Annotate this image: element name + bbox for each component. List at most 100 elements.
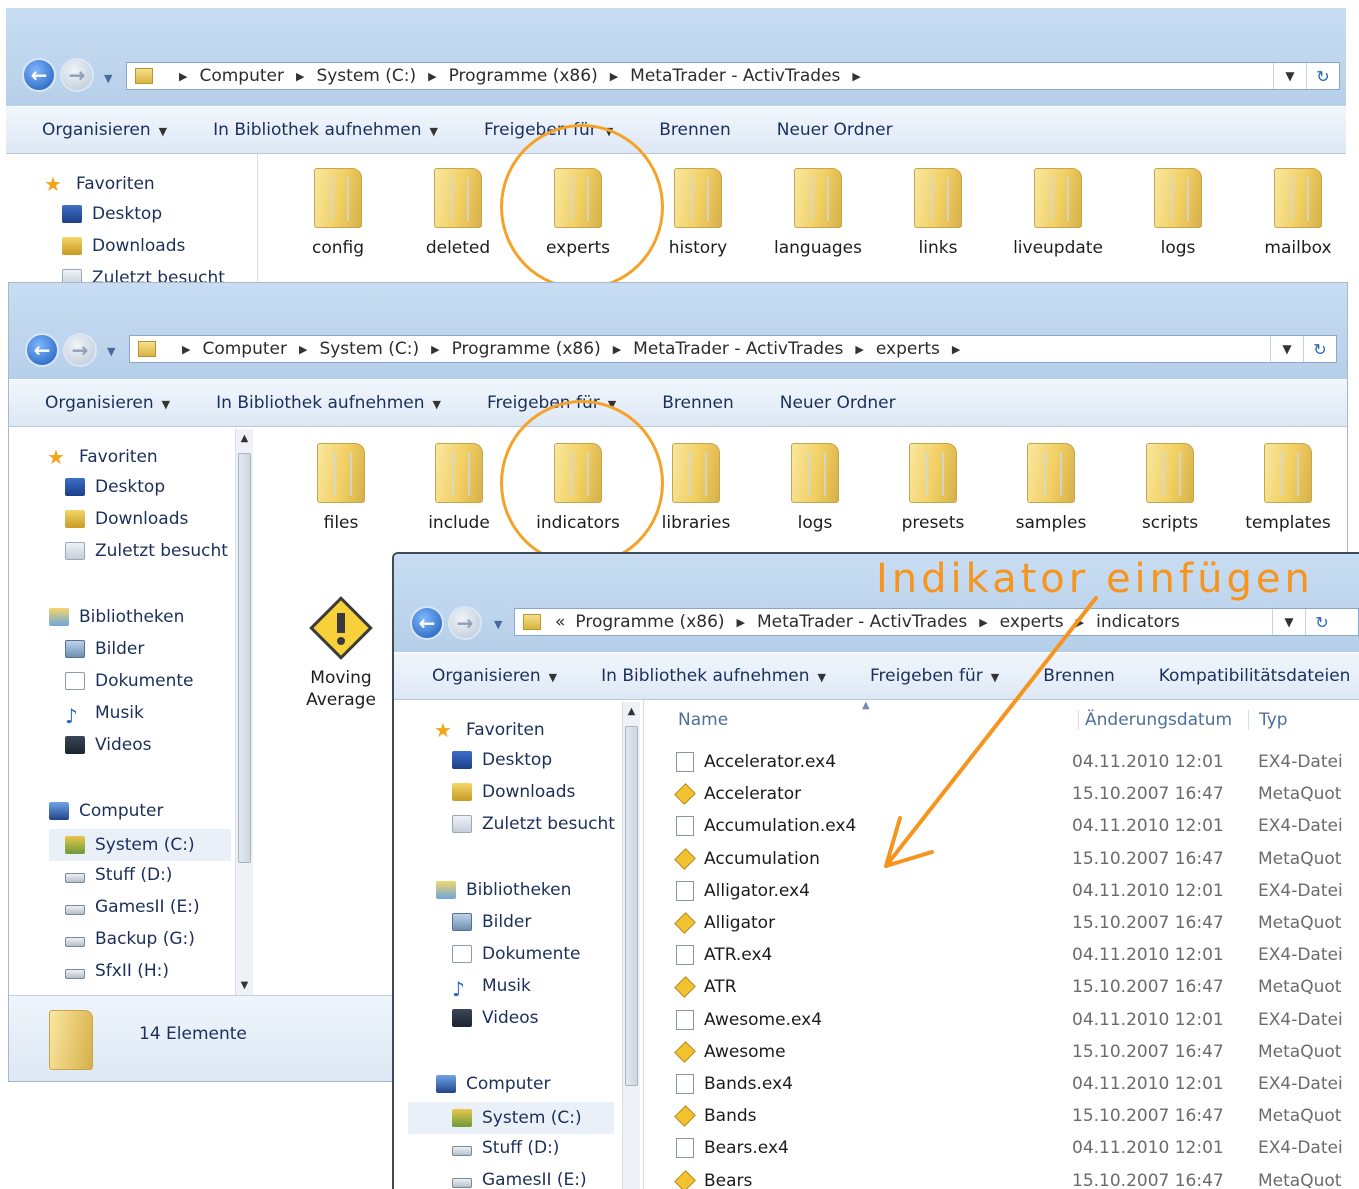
nav-pictures[interactable]: Bilder	[452, 912, 531, 932]
nav-music[interactable]: ♪ Musik	[452, 976, 531, 1001]
nav-libraries[interactable]: Bibliotheken	[49, 607, 184, 627]
recent-pages-chevron-icon[interactable]: ▼	[494, 618, 502, 631]
file-moving-average[interactable]: Moving Average	[281, 593, 401, 711]
nav-drive-g[interactable]: Backup (G:)	[65, 929, 195, 949]
table-row[interactable]: Awesome 15.10.2007 16:47 MetaQuot	[644, 1036, 1359, 1068]
breadcrumb-item[interactable]: Programme (x86)	[452, 339, 601, 359]
new-folder-button[interactable]: Neuer Ordner	[780, 393, 896, 413]
address-bar[interactable]: « Programme (x86) ▶ MetaTrader - ActivTr…	[514, 608, 1359, 636]
table-row[interactable]: Bands 15.10.2007 16:47 MetaQuot	[644, 1100, 1359, 1132]
folder-presets[interactable]: presets	[873, 443, 993, 533]
breadcrumb-item[interactable]: Computer	[202, 339, 287, 359]
breadcrumb-item[interactable]: Programme (x86)	[449, 66, 598, 86]
nav-drive-c[interactable]: System (C:)	[49, 829, 231, 861]
nav-recent[interactable]: Zuletzt besucht	[452, 814, 615, 834]
table-row[interactable]: Accelerator 15.10.2007 16:47 MetaQuot	[644, 778, 1359, 810]
forward-button[interactable]: →	[60, 58, 94, 92]
nav-desktop[interactable]: Desktop	[452, 750, 552, 770]
table-row[interactable]: Bears.ex4 04.11.2010 12:01 EX4-Datei	[644, 1132, 1359, 1164]
forward-button[interactable]: →	[63, 333, 97, 367]
breadcrumb-item[interactable]: System (C:)	[316, 66, 416, 86]
folder-mailbox[interactable]: mailbox	[1238, 168, 1346, 258]
table-row[interactable]: ATR 15.10.2007 16:47 MetaQuot	[644, 971, 1359, 1003]
breadcrumb-overflow[interactable]: «	[555, 612, 565, 632]
back-button[interactable]: ←	[410, 606, 444, 640]
refresh-icon[interactable]: ↻	[1306, 63, 1339, 89]
nav-music[interactable]: ♪ Musik	[65, 703, 144, 728]
column-header-date[interactable]: Änderungsdatum	[1078, 710, 1232, 730]
folder-samples[interactable]: samples	[991, 443, 1111, 533]
breadcrumb-item[interactable]: MetaTrader - ActivTrades	[757, 612, 967, 632]
nav-drive-d[interactable]: Stuff (D:)	[452, 1138, 559, 1158]
breadcrumb-item[interactable]: experts	[1000, 612, 1064, 632]
burn-button[interactable]: Brennen	[662, 393, 734, 413]
breadcrumb-item[interactable]: MetaTrader - ActivTrades	[633, 339, 843, 359]
nav-favorites[interactable]: ★ Favoriten	[47, 445, 158, 469]
folder-config[interactable]: config	[278, 168, 398, 258]
column-header-type[interactable]: Typ	[1248, 710, 1288, 730]
nav-videos[interactable]: Videos	[452, 1008, 539, 1028]
organize-menu[interactable]: Organisieren ▼	[432, 666, 557, 686]
table-row[interactable]: Accelerator.ex4 04.11.2010 12:01 EX4-Datei	[644, 746, 1359, 778]
organize-menu[interactable]: Organisieren ▼	[42, 120, 167, 140]
recent-pages-chevron-icon[interactable]: ▼	[104, 72, 112, 85]
folder-liveupdate[interactable]: liveupdate	[998, 168, 1118, 258]
address-dropdown-icon[interactable]: ▼	[1271, 336, 1303, 362]
nav-recent[interactable]: Zuletzt besucht	[65, 541, 228, 561]
nav-documents[interactable]: Dokumente	[65, 671, 194, 691]
breadcrumb-item[interactable]: System (C:)	[319, 339, 419, 359]
recent-pages-chevron-icon[interactable]: ▼	[107, 345, 115, 358]
nav-computer[interactable]: Computer	[49, 801, 164, 821]
organize-menu[interactable]: Organisieren ▼	[45, 393, 170, 413]
nav-drive-d[interactable]: Stuff (D:)	[65, 865, 172, 885]
address-bar[interactable]: ▶ Computer ▶ System (C:) ▶ Programme (x8…	[129, 335, 1337, 363]
table-row[interactable]: ATR.ex4 04.11.2010 12:01 EX4-Datei	[644, 939, 1359, 971]
scroll-up-icon[interactable]: ▲	[623, 706, 640, 717]
address-dropdown-icon[interactable]: ▼	[1273, 609, 1305, 635]
burn-button[interactable]: Brennen	[659, 120, 731, 140]
new-folder-button[interactable]: Neuer Ordner	[777, 120, 893, 140]
refresh-icon[interactable]: ↻	[1303, 336, 1336, 362]
scroll-up-icon[interactable]: ▲	[236, 433, 253, 444]
breadcrumb-item[interactable]: experts	[876, 339, 940, 359]
nav-favorites[interactable]: ★ Favoriten	[44, 172, 155, 196]
back-button[interactable]: ←	[25, 333, 59, 367]
scroll-down-icon[interactable]: ▼	[236, 980, 253, 991]
nav-drive-e[interactable]: GamesII (E:)	[65, 897, 200, 917]
nav-downloads[interactable]: Downloads	[452, 782, 575, 802]
share-with-menu[interactable]: Freigeben für ▼	[870, 666, 999, 686]
table-row[interactable]: Bears 15.10.2007 16:47 MetaQuot	[644, 1165, 1359, 1189]
nav-scrollbar[interactable]: ▲ ▼	[235, 429, 253, 995]
breadcrumb-item[interactable]: MetaTrader - ActivTrades	[630, 66, 840, 86]
burn-button[interactable]: Brennen	[1043, 666, 1115, 686]
breadcrumb-item[interactable]: Programme (x86)	[575, 612, 724, 632]
nav-documents[interactable]: Dokumente	[452, 944, 581, 964]
scroll-thumb[interactable]	[625, 726, 638, 1086]
nav-drive-h[interactable]: SfxII (H:)	[65, 961, 169, 981]
scroll-thumb[interactable]	[238, 453, 251, 863]
address-dropdown-icon[interactable]: ▼	[1274, 63, 1306, 89]
nav-drive-e[interactable]: GamesII (E:)	[452, 1170, 587, 1189]
folder-logs[interactable]: logs	[755, 443, 875, 533]
address-bar[interactable]: ▶ Computer ▶ System (C:) ▶ Programme (x8…	[126, 62, 1340, 90]
table-row[interactable]: Alligator.ex4 04.11.2010 12:01 EX4-Datei	[644, 875, 1359, 907]
nav-computer[interactable]: Computer	[436, 1074, 551, 1094]
back-button[interactable]: ←	[22, 58, 56, 92]
breadcrumb-item[interactable]: indicators	[1096, 612, 1180, 632]
nav-scrollbar[interactable]: ▲	[622, 702, 640, 1189]
table-row[interactable]: Awesome.ex4 04.11.2010 12:01 EX4-Datei	[644, 1004, 1359, 1036]
folder-templates[interactable]: templates	[1228, 443, 1347, 533]
forward-button[interactable]: →	[448, 606, 482, 640]
column-header-name[interactable]: Name	[678, 710, 728, 730]
nav-drive-c[interactable]: System (C:)	[408, 1102, 614, 1134]
table-row[interactable]: Alligator 15.10.2007 16:47 MetaQuot	[644, 907, 1359, 939]
nav-downloads[interactable]: Downloads	[65, 509, 188, 529]
include-in-library-menu[interactable]: In Bibliothek aufnehmen ▼	[216, 393, 441, 413]
include-in-library-menu[interactable]: In Bibliothek aufnehmen ▼	[601, 666, 826, 686]
nav-desktop[interactable]: Desktop	[62, 204, 162, 224]
nav-videos[interactable]: Videos	[65, 735, 152, 755]
folder-scripts[interactable]: scripts	[1110, 443, 1230, 533]
nav-pictures[interactable]: Bilder	[65, 639, 144, 659]
table-row[interactable]: Bands.ex4 04.11.2010 12:01 EX4-Datei	[644, 1068, 1359, 1100]
folder-links[interactable]: links	[878, 168, 998, 258]
